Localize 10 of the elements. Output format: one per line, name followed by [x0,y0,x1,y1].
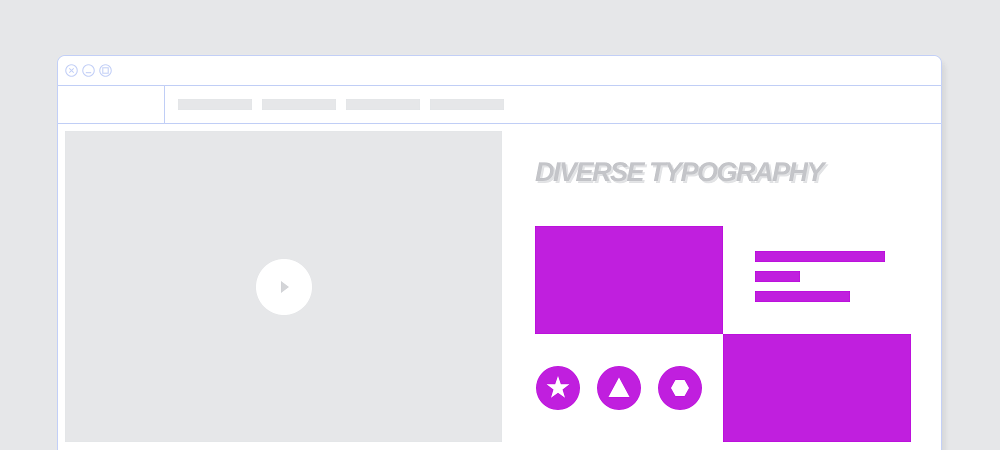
nav-placeholder[interactable] [430,99,504,110]
minimize-icon[interactable] [82,64,95,77]
play-button[interactable] [256,258,312,314]
nav-placeholder[interactable] [178,99,252,110]
nav-placeholder[interactable] [262,99,336,110]
nav-placeholder[interactable] [346,99,420,110]
maximize-icon[interactable] [99,64,112,77]
text-line-placeholder [755,271,800,282]
close-icon[interactable] [65,64,78,77]
heading: DIVERSE TYPOGRAPHY [535,156,824,188]
